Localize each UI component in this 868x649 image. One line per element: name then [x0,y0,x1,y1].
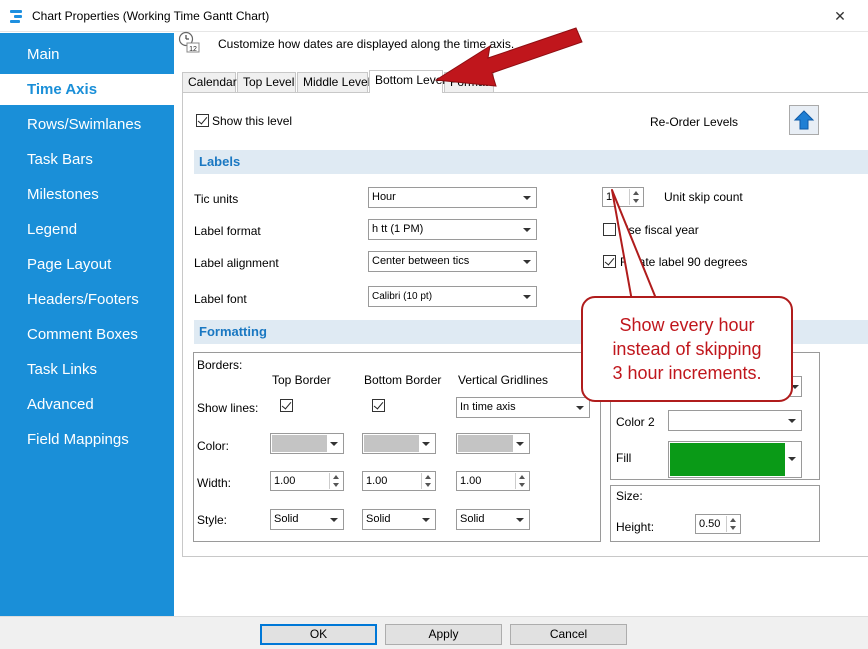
annotation-callout: Show every hour instead of skipping 3 ho… [581,296,793,402]
app-icon [8,8,24,24]
sidebar-item-headers-footers[interactable]: Headers/Footers [0,284,174,315]
header-description: Customize how dates are displayed along … [218,37,515,51]
bottom-border-header: Bottom Border [364,373,442,387]
fill-color-select[interactable] [668,441,802,478]
button-bar: OK Apply Cancel [0,616,868,649]
style-label: Style: [197,513,228,527]
sidebar-item-advanced[interactable]: Advanced [0,389,174,420]
label-alignment-label: Label alignment [194,256,279,270]
gridline-width-spinner[interactable]: 1.00 [456,471,530,491]
bottom-border-width-spinner[interactable]: 1.00 [362,471,436,491]
calendar-clock-icon: 12 [178,31,200,53]
sidebar-item-rows-swimlanes[interactable]: Rows/Swimlanes [0,109,174,140]
show-this-level-checkbox[interactable] [196,114,209,127]
height-label: Height: [616,520,655,534]
borders-label: Borders: [197,358,243,372]
tab-top-level[interactable]: Top Level [237,72,296,92]
gridline-style-select[interactable]: Solid [456,509,530,530]
sidebar-item-comment-boxes[interactable]: Comment Boxes [0,319,174,350]
top-border-style-select[interactable]: Solid [270,509,344,530]
window-title: Chart Properties (Working Time Gantt Cha… [32,9,270,23]
rotate-label-checkbox[interactable] [603,255,616,268]
reorder-levels-label: Re-Order Levels [650,115,739,129]
ok-button[interactable]: OK [260,624,377,645]
label-format-select[interactable]: h tt (1 PM) [368,219,537,240]
top-border-width-spinner[interactable]: 1.00 [270,471,344,491]
bottom-border-color-select[interactable] [362,433,436,454]
callout-line-2: instead of skipping [612,339,762,359]
close-icon[interactable]: ✕ [822,4,858,28]
vertical-gridlines-select[interactable]: In time axis [456,397,590,418]
unit-skip-count-spinner[interactable]: 1 [602,187,644,207]
use-fiscal-year-checkbox[interactable] [603,223,616,236]
color-label: Color: [197,439,230,453]
color2-label: Color 2 [616,415,655,429]
sidebar-item-main[interactable]: Main [0,39,174,70]
bottom-border-style-select[interactable]: Solid [362,509,436,530]
top-border-header: Top Border [272,373,331,387]
rotate-label-label: Rotate label 90 degrees [620,255,748,269]
label-alignment-select[interactable]: Center between tics [368,251,537,272]
tab-middle-level[interactable]: Middle Level [297,72,370,92]
title-bar: Chart Properties (Working Time Gantt Cha… [0,0,868,32]
show-lines-label: Show lines: [197,401,259,415]
vertical-gridlines-header: Vertical Gridlines [458,373,549,387]
callout-line-3: 3 hour increments. [612,363,762,383]
width-label: Width: [197,476,232,490]
apply-button[interactable]: Apply [385,624,502,645]
tab-format[interactable]: Format [444,72,494,92]
sidebar: Main Time Axis Rows/Swimlanes Task Bars … [0,33,174,616]
sidebar-item-task-links[interactable]: Task Links [0,354,174,385]
sidebar-item-page-layout[interactable]: Page Layout [0,249,174,280]
color2-select[interactable] [668,410,802,431]
top-border-color-select[interactable] [270,433,344,454]
height-spinner[interactable]: 0.50 [695,514,741,534]
tab-bottom-level[interactable]: Bottom Level [369,70,445,93]
svg-text:12: 12 [189,46,197,53]
show-this-level-label: Show this level [212,114,293,128]
arrow-up-icon [793,110,815,130]
top-border-checkbox[interactable] [280,399,293,412]
tab-calendar[interactable]: Calendar [182,72,237,92]
tic-units-select[interactable]: Hour [368,187,537,208]
labels-section-header: Labels [194,150,868,174]
callout-line-1: Show every hour [619,315,755,335]
tic-units-label: Tic units [194,192,239,206]
bottom-border-checkbox[interactable] [372,399,385,412]
gridline-color-select[interactable] [456,433,530,454]
move-up-button[interactable] [789,105,819,135]
sidebar-item-legend[interactable]: Legend [0,214,174,245]
unit-skip-count-label: Unit skip count [664,190,743,204]
sidebar-item-time-axis[interactable]: Time Axis [0,74,174,105]
cancel-button[interactable]: Cancel [510,624,627,645]
sidebar-item-milestones[interactable]: Milestones [0,179,174,210]
use-fiscal-year-label: Use fiscal year [620,223,699,237]
fill-label: Fill [616,451,632,465]
size-label: Size: [616,489,643,503]
sidebar-item-field-mappings[interactable]: Field Mappings [0,424,174,455]
label-font-select[interactable]: Calibri (10 pt) [368,286,537,307]
label-font-label: Label font [194,292,247,306]
label-format-label: Label format [194,224,261,238]
sidebar-item-task-bars[interactable]: Task Bars [0,144,174,175]
